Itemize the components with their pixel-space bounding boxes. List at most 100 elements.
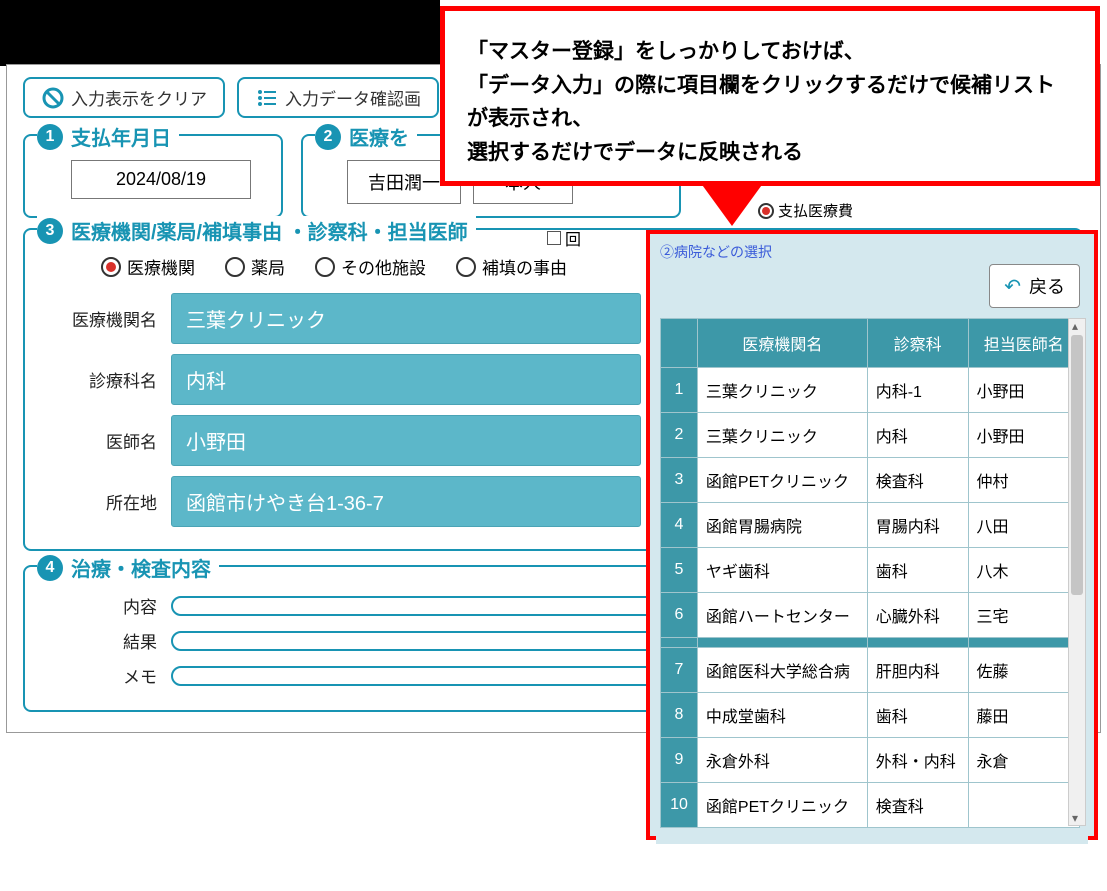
callout-text: 「マスター登録」をしっかりしておけば、 「データ入力」の際に項目欄をクリックする… (467, 35, 1073, 169)
row-department: 検査科 (867, 783, 968, 828)
row-number: 4 (661, 503, 698, 548)
section3-checkbox[interactable]: 回 (547, 226, 581, 250)
prohibit-icon (41, 86, 65, 110)
row-doctor (968, 783, 1079, 828)
radio-reimbursement-reason[interactable]: 補填の事由 (456, 254, 567, 279)
row-institution: 函館ハートセンター (697, 593, 867, 638)
hospital-select-popup: ②病院などの選択 ↶ 戻る 医療機関名 診察科 担当医師名 1三葉クリニック内科… (646, 230, 1098, 840)
department-input[interactable]: 内科 (171, 354, 641, 405)
address-label: 所在地 (41, 489, 171, 514)
section-number-4: 4 (37, 555, 63, 581)
table-row[interactable]: 1三葉クリニック内科-1小野田 (661, 368, 1080, 413)
memo-label: メモ (41, 663, 171, 688)
header-black-bar (0, 0, 440, 66)
row-doctor: 八木 (968, 548, 1079, 593)
table-row[interactable]: 6函館ハートセンター心臓外科三宅 (661, 593, 1080, 638)
row-institution: 三葉クリニック (697, 413, 867, 458)
row-institution: 函館PETクリニック (697, 783, 867, 828)
back-button-label: 戻る (1029, 273, 1065, 299)
row-doctor: 佐藤 (968, 648, 1079, 693)
row-number: 5 (661, 548, 698, 593)
address-input[interactable]: 函館市けやき台1-36-7 (171, 476, 641, 527)
undo-icon: ↶ (1004, 274, 1021, 299)
row-institution: ヤギ歯科 (697, 548, 867, 593)
checkbox-label: 回 (565, 226, 581, 250)
confirm-button-label: 入力データ確認画 (285, 85, 421, 110)
table-row[interactable]: 5ヤギ歯科歯科八木 (661, 548, 1080, 593)
row-institution: 中成堂歯科 (697, 693, 867, 738)
row-doctor: 仲村 (968, 458, 1079, 503)
table-row[interactable]: 3函館PETクリニック検査科仲村 (661, 458, 1080, 503)
row-department: 肝胆内科 (867, 648, 968, 693)
institution-name-label: 医療機関名 (41, 306, 171, 331)
row-number: 2 (661, 413, 698, 458)
table-row-highlight (661, 638, 1080, 648)
section-number-3: 3 (37, 218, 63, 244)
clear-button[interactable]: 入力表示をクリア (23, 77, 225, 118)
row-institution: 函館胃腸病院 (697, 503, 867, 548)
row-department: 歯科 (867, 548, 968, 593)
payment-type-radios-2: 支払医療費 (758, 200, 853, 221)
section-payment-date: 1 支払年月日 2024/08/19 (23, 134, 283, 218)
annotation-callout: 「マスター登録」をしっかりしておけば、 「データ入力」の際に項目欄をクリックする… (440, 6, 1100, 186)
table-row[interactable]: 2三葉クリニック内科小野田 (661, 413, 1080, 458)
scroll-up-icon: ▴ (1072, 319, 1078, 333)
row-doctor: 小野田 (968, 413, 1079, 458)
table-row[interactable]: 7函館医科大学総合病肝胆内科佐藤 (661, 648, 1080, 693)
section-title-4: 治療・検査内容 (71, 553, 211, 582)
radio-other-facility[interactable]: その他施設 (315, 254, 426, 279)
table-row[interactable]: 8中成堂歯科歯科藤田 (661, 693, 1080, 738)
row-institution: 三葉クリニック (697, 368, 867, 413)
row-department: 内科-1 (867, 368, 968, 413)
table-row[interactable]: 4函館胃腸病院胃腸内科八田 (661, 503, 1080, 548)
radio-icon (315, 257, 335, 277)
doctor-input[interactable]: 小野田 (171, 415, 641, 466)
section-title-3: 医療機関/薬局/補填事由 ・診察科・担当医師 (71, 216, 468, 245)
doctor-label: 医師名 (41, 428, 171, 453)
table-header-institution[interactable]: 医療機関名 (697, 319, 867, 368)
confirm-button[interactable]: 入力データ確認画 (237, 77, 439, 118)
popup-scrollbar[interactable]: ▴ ▾ (1068, 318, 1086, 826)
checkbox-icon (547, 231, 561, 245)
scroll-down-icon: ▾ (1072, 811, 1078, 825)
popup-title: ②病院などの選択 (656, 240, 1088, 264)
table-header-corner (661, 319, 698, 368)
table-row[interactable]: 10函館PETクリニック検査科 (661, 783, 1080, 828)
row-number: 3 (661, 458, 698, 503)
row-doctor: 藤田 (968, 693, 1079, 738)
row-institution: 函館医科大学総合病 (697, 648, 867, 693)
list-icon (255, 86, 279, 110)
section-number-1: 1 (37, 124, 63, 150)
table-row[interactable]: 9永倉外科外科・内科永倉 (661, 738, 1080, 783)
table-header-doctor[interactable]: 担当医師名 (968, 319, 1079, 368)
radio-icon (225, 257, 245, 277)
table-header-department[interactable]: 診察科 (867, 319, 968, 368)
institution-name-input[interactable]: 三葉クリニック (171, 293, 641, 344)
row-number: 10 (661, 783, 698, 828)
callout-arrow-icon (700, 182, 764, 226)
row-doctor: 三宅 (968, 593, 1079, 638)
hospital-table: 医療機関名 診察科 担当医師名 1三葉クリニック内科-1小野田2三葉クリニック内… (660, 318, 1080, 828)
row-number: 6 (661, 593, 698, 638)
scroll-thumb[interactable] (1071, 335, 1083, 595)
row-number: 1 (661, 368, 698, 413)
clear-button-label: 入力表示をクリア (71, 85, 207, 110)
back-button[interactable]: ↶ 戻る (989, 264, 1080, 308)
content-label: 内容 (41, 593, 171, 618)
row-department: 胃腸内科 (867, 503, 968, 548)
row-department: 外科・内科 (867, 738, 968, 783)
payment-date-field[interactable]: 2024/08/19 (71, 160, 251, 199)
row-doctor: 永倉 (968, 738, 1079, 783)
row-number: 9 (661, 738, 698, 783)
row-department: 内科 (867, 413, 968, 458)
section-title-1: 支払年月日 (71, 122, 171, 151)
radio-icon (456, 257, 476, 277)
radio-icon (101, 257, 121, 277)
radio-medical-institution[interactable]: 医療機関 (101, 254, 195, 279)
row-department: 歯科 (867, 693, 968, 738)
row-department: 心臓外科 (867, 593, 968, 638)
department-label: 診療科名 (41, 367, 171, 392)
radio-pay-medical-2[interactable]: 支払医療費 (758, 200, 853, 221)
row-doctor: 八田 (968, 503, 1079, 548)
radio-pharmacy[interactable]: 薬局 (225, 254, 285, 279)
